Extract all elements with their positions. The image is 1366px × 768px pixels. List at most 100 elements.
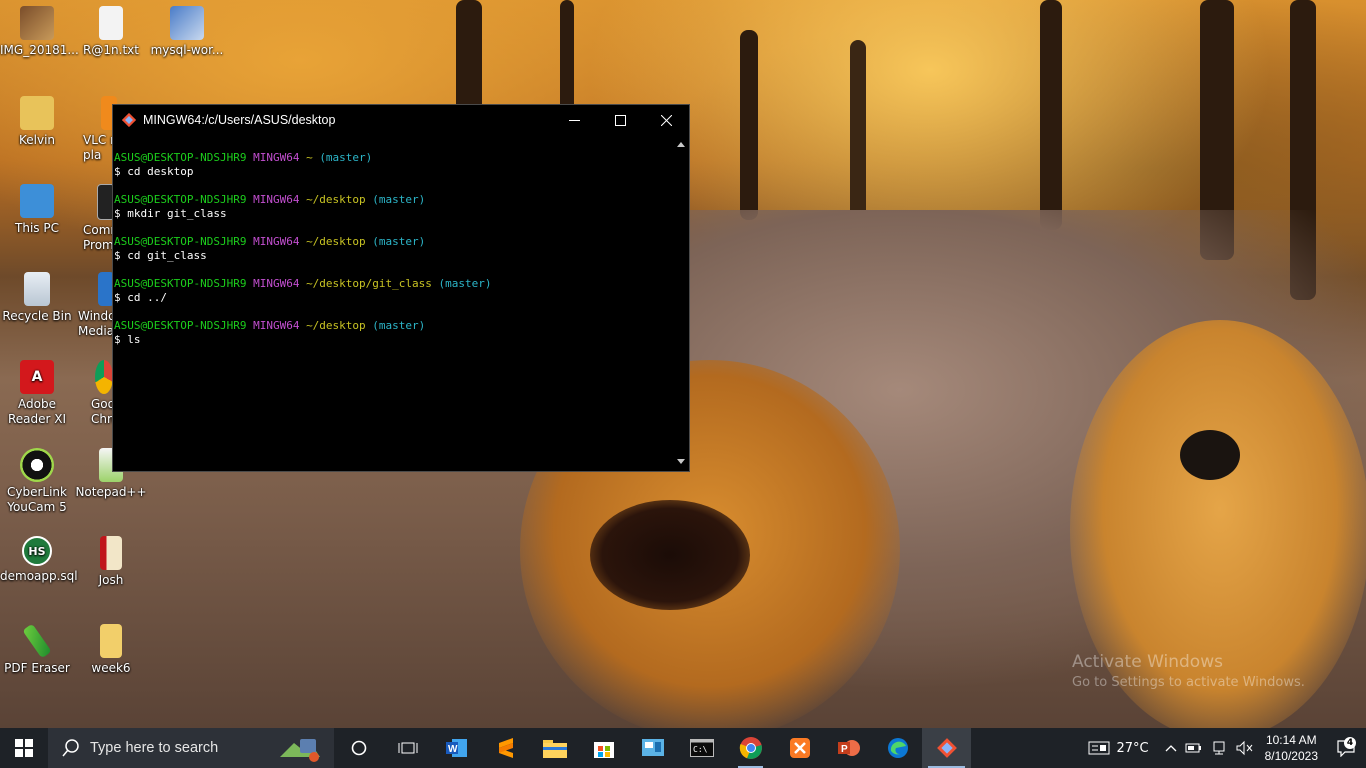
taskbar-app-file-explorer[interactable] — [530, 728, 579, 768]
desktop-icon-label: Notepad++ — [75, 485, 147, 499]
minimize-icon — [568, 119, 580, 121]
command-line: $ cd git_class — [114, 249, 207, 262]
prompt-line: ASUS@DESKTOP-NDSJHR9 MINGW64 ~/desktop (… — [114, 193, 426, 206]
desktop-icon-label: Kelvin — [18, 133, 56, 147]
activation-watermark: Activate Windows Go to Settings to activ… — [1072, 652, 1305, 690]
text-file-icon — [99, 6, 123, 40]
network-icon — [1213, 741, 1225, 755]
taskbar-app-word[interactable]: W — [432, 728, 481, 768]
desktop-icon-label: Josh — [98, 573, 124, 587]
microsoft-store-icon — [593, 742, 614, 758]
scroll-thumb[interactable] — [677, 153, 685, 453]
computer-icon — [20, 184, 54, 218]
taskbar-app-powerpoint[interactable]: P — [824, 728, 873, 768]
pdf-eraser-icon — [22, 623, 52, 659]
desktop-icon-label: CyberLink YouCam 5 — [7, 485, 67, 514]
clock[interactable]: 10:14 AM 8/10/2023 — [1257, 732, 1326, 764]
chrome-icon — [95, 360, 113, 394]
youcam-icon — [20, 448, 54, 482]
clock-date: 8/10/2023 — [1264, 749, 1318, 763]
desktop-icon-r1n-txt[interactable]: R@1n.txt — [74, 6, 148, 58]
action-center-button[interactable]: 4 — [1326, 737, 1366, 757]
start-button[interactable] — [0, 728, 48, 768]
desktop-icon-youcam[interactable]: CyberLink YouCam 5 — [0, 448, 74, 515]
volume-muted-icon — [1236, 740, 1252, 756]
network-button[interactable] — [1207, 728, 1231, 768]
prompt-line: ASUS@DESKTOP-NDSJHR9 MINGW64 ~/desktop (… — [114, 235, 426, 248]
terminal-scrollbar[interactable] — [673, 135, 689, 471]
battery-icon — [1185, 743, 1201, 753]
folder-icon — [100, 624, 122, 658]
taskbar-app-terminal[interactable]: C:\ — [677, 728, 726, 768]
terminal-icon: C:\ — [689, 739, 714, 757]
battery-button[interactable] — [1181, 728, 1207, 768]
command-line: $ ls — [114, 333, 141, 346]
clock-time: 10:14 AM — [1265, 733, 1317, 747]
taskbar-app-control-panel[interactable] — [628, 728, 677, 768]
recycle-bin-icon — [24, 272, 50, 306]
desktop-icon-img[interactable]: IMG_20181... — [0, 6, 79, 58]
desktop-icon-label: IMG_20181... — [0, 43, 79, 57]
xampp-icon — [789, 738, 810, 758]
close-button[interactable] — [643, 105, 689, 135]
window-title: MINGW64:/c/Users/ASUS/desktop — [143, 113, 336, 127]
cortana-button[interactable] — [334, 728, 383, 768]
taskbar: Type here to search W C:\ P 27°C 10:14 A… — [0, 728, 1366, 768]
taskbar-app-edge[interactable] — [873, 728, 922, 768]
desktop-icon-demoapp-sql[interactable]: HS demoapp.sql — [0, 536, 78, 584]
document-icon — [100, 536, 122, 570]
word-icon: W — [445, 739, 467, 757]
edge-icon — [887, 738, 908, 758]
git-bash-icon — [936, 738, 957, 758]
prompt-line: ASUS@DESKTOP-NDSJHR9 MINGW64 ~/desktop (… — [114, 319, 426, 332]
control-panel-icon — [641, 739, 664, 756]
desktop-icon-pdf-eraser[interactable]: PDF Eraser — [0, 623, 74, 676]
desktop-icon-label: R@1n.txt — [83, 43, 139, 57]
window-titlebar[interactable]: MINGW64:/c/Users/ASUS/desktop — [113, 105, 689, 135]
file-explorer-icon — [542, 740, 567, 758]
taskbar-app-chrome[interactable] — [726, 728, 775, 768]
command-line: $ cd ../ — [114, 291, 167, 304]
scroll-up-icon[interactable] — [677, 142, 685, 147]
prompt-line: ASUS@DESKTOP-NDSJHR9 MINGW64 ~/desktop/g… — [114, 277, 492, 290]
desktop-icon-label: Adobe Reader XI — [7, 397, 67, 426]
powerpoint-icon: P — [837, 740, 860, 756]
prompt-line: ASUS@DESKTOP-NDSJHR9 MINGW64 ~ (master) — [114, 151, 373, 164]
minimize-button[interactable] — [551, 105, 597, 135]
taskbar-search[interactable]: Type here to search — [48, 728, 334, 768]
desktop-icon-mysql[interactable]: mysql-wor... — [150, 6, 224, 58]
desktop-icon-adobe-reader[interactable]: A Adobe Reader XI — [0, 360, 74, 427]
taskbar-app-git-bash[interactable] — [922, 728, 971, 768]
installer-icon — [170, 6, 204, 40]
maximize-button[interactable] — [597, 105, 643, 135]
terminal-output[interactable]: ASUS@DESKTOP-NDSJHR9 MINGW64 ~ (master) … — [113, 135, 673, 471]
notification-count: 4 — [1344, 737, 1356, 749]
cortana-icon — [351, 740, 366, 756]
desktop-icon-this-pc[interactable]: This PC — [0, 184, 74, 236]
svg-text:P: P — [841, 744, 848, 755]
task-view-button[interactable] — [383, 728, 432, 768]
scroll-down-icon[interactable] — [677, 459, 685, 464]
desktop-icon-label: week6 — [91, 661, 131, 675]
desktop-icon-kelvin[interactable]: Kelvin — [0, 96, 74, 148]
taskbar-app-store[interactable] — [579, 728, 628, 768]
svg-text:W: W — [448, 744, 458, 755]
adobe-reader-icon: A — [20, 360, 54, 394]
maximize-icon — [614, 114, 626, 126]
desktop-icon-label: PDF Eraser — [4, 661, 70, 675]
desktop-icon-josh[interactable]: Josh — [74, 536, 148, 588]
desktop-icon-recycle-bin[interactable]: Recycle Bin — [0, 272, 74, 324]
search-icon — [62, 739, 79, 757]
weather-temperature: 27°C — [1116, 740, 1149, 756]
taskbar-app-xampp[interactable] — [775, 728, 824, 768]
chevron-up-icon — [1165, 745, 1177, 752]
desktop-icon-week6[interactable]: week6 — [74, 624, 148, 676]
weather-widget[interactable]: 27°C — [1084, 728, 1152, 768]
show-hidden-icons-button[interactable] — [1161, 728, 1181, 768]
command-line: $ cd desktop — [114, 165, 194, 178]
git-bash-window[interactable]: MINGW64:/c/Users/ASUS/desktop ASUS@DESKT… — [112, 104, 690, 472]
volume-button[interactable] — [1231, 728, 1257, 768]
taskbar-app-sublime[interactable] — [481, 728, 530, 768]
search-highlight-icon — [280, 739, 320, 762]
system-tray: 27°C 10:14 AM 8/10/2023 4 — [1084, 728, 1366, 768]
